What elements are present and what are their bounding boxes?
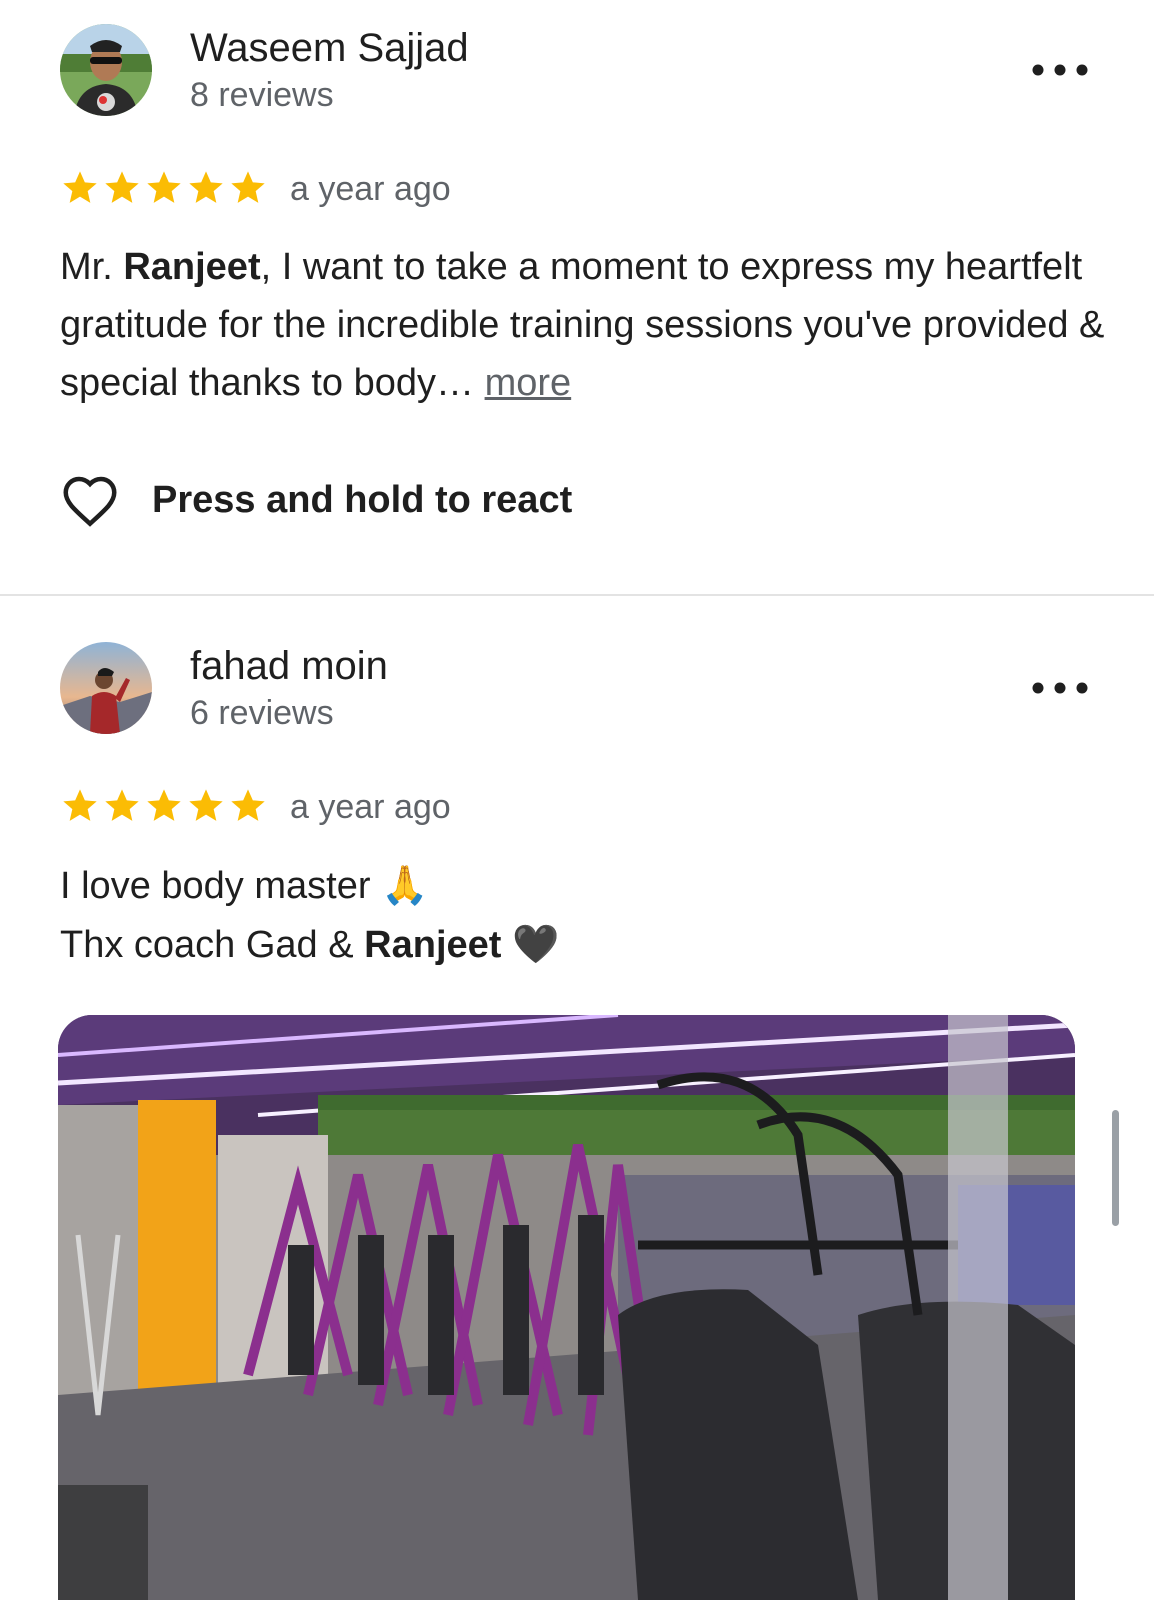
pray-emoji: 🙏 [381,863,429,907]
more-options-icon [1032,682,1088,694]
reviewer-name[interactable]: Waseem Sajjad [190,26,469,71]
review-time: a year ago [290,170,451,208]
avatar-photo [60,642,152,734]
star-rating [60,168,268,208]
review-text-bold: Ranjeet [123,246,261,288]
review-photo[interactable] [58,1015,1075,1600]
review-line-2: Thx coach Gad & Ranjeet 🖤 [60,915,1110,974]
more-options-button[interactable] [1030,58,1090,82]
more-options-icon [1032,64,1088,76]
scrollbar[interactable] [1112,1110,1119,1226]
reviewer-review-count: 8 reviews [190,76,334,114]
reviewer-avatar[interactable] [60,24,152,116]
star-icon [105,171,139,203]
review-line-2-bold: Ranjeet [364,924,502,966]
star-rating [60,786,268,826]
review-line-1: I love body master 🙏 [60,856,1110,915]
review-text-prefix: Mr. [60,246,124,288]
react-label: Press and hold to react [152,478,573,521]
review-line-1-text: I love body master [60,865,371,907]
star-icon [231,171,265,203]
star-icon [189,789,223,821]
gym-photo [58,1015,1075,1600]
review-text: Mr. Ranjeet, I want to take a moment to … [60,238,1110,412]
star-icon [189,171,223,203]
black-heart-emoji: 🖤 [512,922,560,966]
star-icon [105,789,139,821]
reviewer-review-count: 6 reviews [190,694,334,732]
more-options-button[interactable] [1030,676,1090,700]
star-icon [147,789,181,821]
menu-dot [1076,64,1088,76]
menu-dot [1032,64,1044,76]
review-divider [0,594,1154,596]
menu-dot [1032,682,1044,694]
review-text: I love body master 🙏 Thx coach Gad & Ran… [60,856,1110,974]
reviewer-avatar[interactable] [60,642,152,734]
menu-dot [1054,64,1066,76]
star-icon [63,171,97,203]
menu-dot [1076,682,1088,694]
avatar-photo [60,24,152,116]
react-button[interactable]: Press and hold to react [60,470,572,530]
review-line-2-text: Thx coach Gad & [60,924,365,966]
heart-outline-icon [63,476,117,527]
more-link[interactable]: more [485,362,572,404]
menu-dot [1054,682,1066,694]
star-icon [231,789,265,821]
star-icon [63,789,97,821]
star-icon [147,171,181,203]
review-time: a year ago [290,788,451,826]
reviewer-name[interactable]: fahad moin [190,644,388,689]
